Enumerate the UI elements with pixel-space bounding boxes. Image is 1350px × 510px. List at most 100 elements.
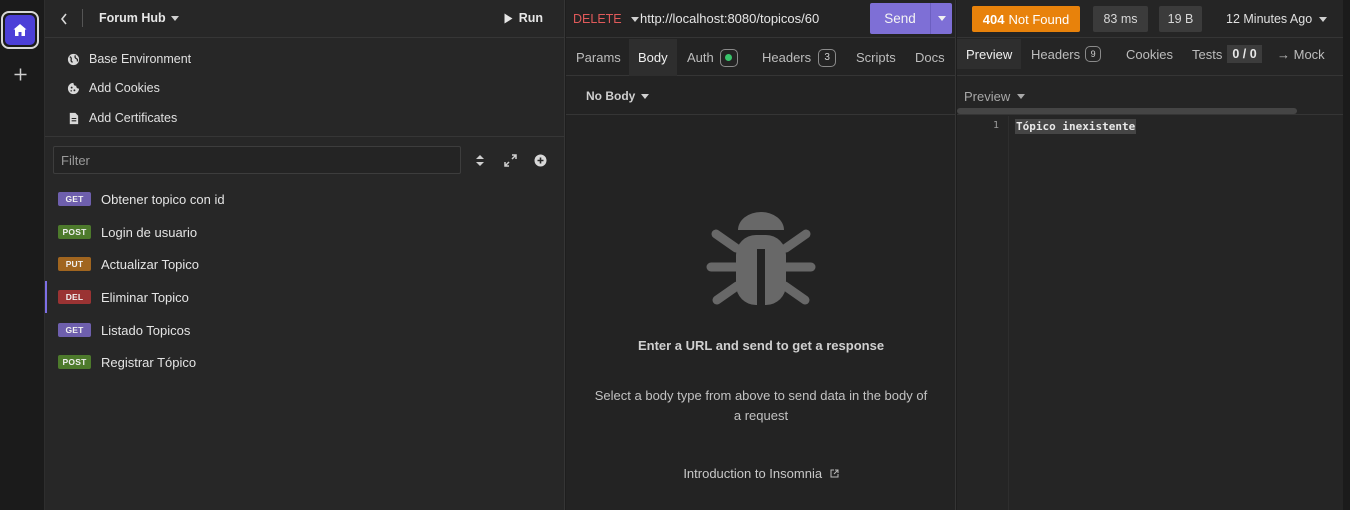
create-request-button[interactable]	[532, 152, 548, 168]
plus-icon	[14, 68, 26, 80]
response-pane: 404 Not Found 83 ms 19 B 12 Minutes Ago …	[957, 0, 1343, 510]
history-label: 12 Minutes Ago	[1226, 12, 1313, 26]
tab-tests[interactable]: Tests 0 / 0	[1192, 39, 1262, 69]
headers-count-badge: 3	[818, 48, 837, 67]
preview-mode-selector[interactable]: Preview	[964, 89, 1026, 104]
filter-input[interactable]	[53, 146, 461, 174]
request-item[interactable]: POST Login de usuario	[45, 216, 565, 248]
app-rail	[0, 0, 45, 510]
request-name: Obtener topico con id	[101, 191, 225, 207]
base-environment-label: Base Environment	[89, 52, 192, 66]
certificate-icon	[69, 112, 79, 124]
add-cookies-label: Add Cookies	[89, 81, 160, 95]
response-headers-count-badge: 9	[1085, 46, 1102, 62]
chevron-down-icon	[630, 16, 639, 22]
back-button[interactable]	[57, 9, 71, 29]
line-gutter: 1	[957, 116, 1009, 510]
header-divider	[82, 9, 83, 27]
introduction-link-label: Introduction to Insomnia	[683, 466, 823, 481]
request-tabs: Params Body Auth Headers 3 Scripts Docs	[566, 39, 956, 76]
sidebar: Forum Hub Run Base Environment Add Cooki…	[45, 0, 565, 510]
request-name: Actualizar Topico	[101, 256, 200, 272]
tab-scripts[interactable]: Scripts	[856, 39, 896, 76]
send-button[interactable]: Send	[870, 11, 930, 26]
tab-headers-label: Headers	[762, 50, 812, 65]
tests-count-badge: 0 / 0	[1227, 45, 1262, 63]
base-environment-link[interactable]: Base Environment	[67, 48, 191, 70]
add-cookies-link[interactable]: Add Cookies	[67, 77, 160, 99]
response-body-viewer[interactable]: 1 Tópico inexistente	[957, 116, 1343, 510]
chevron-down-icon	[937, 16, 946, 21]
tab-params[interactable]: Params	[576, 39, 621, 76]
send-options-button[interactable]	[930, 3, 952, 34]
method-selector[interactable]: DELETE	[573, 12, 639, 26]
introduction-link[interactable]: Introduction to Insomnia	[566, 466, 956, 481]
request-item[interactable]: PUT Actualizar Topico	[45, 248, 565, 280]
request-name: Eliminar Topico	[101, 289, 189, 305]
body-type-label: No Body	[586, 89, 636, 103]
run-label: Run	[518, 11, 543, 25]
method-badge: DEL	[58, 290, 91, 304]
home-button[interactable]	[1, 11, 39, 49]
bug-icon	[706, 212, 816, 305]
chevron-left-icon	[60, 13, 67, 25]
body-type-bar: No Body	[566, 77, 956, 115]
method-badge: GET	[58, 323, 91, 337]
send-button-group: Send	[870, 3, 952, 34]
request-item[interactable]: POST Registrar Tópico	[45, 346, 565, 378]
sort-button[interactable]	[472, 152, 488, 168]
chevron-down-icon	[170, 15, 179, 21]
tab-preview[interactable]: Preview	[957, 39, 1022, 69]
tab-mock[interactable]: → Mock	[1277, 39, 1325, 69]
method-label: DELETE	[573, 12, 622, 26]
run-button[interactable]: Run	[504, 11, 543, 25]
sidebar-header: Forum Hub Run	[45, 0, 565, 38]
auth-status-indicator	[719, 48, 738, 67]
response-body-text: Tópico inexistente	[1015, 119, 1137, 134]
tab-body[interactable]: Body	[629, 39, 677, 76]
add-certificates-label: Add Certificates	[89, 111, 178, 125]
request-item[interactable]: GET Listado Topicos	[45, 314, 565, 346]
tab-headers[interactable]: Headers 3	[762, 39, 837, 76]
add-project-button[interactable]	[9, 62, 31, 86]
empty-state-title: Enter a URL and send to get a response	[637, 338, 885, 353]
preview-mode-bar: Preview	[957, 77, 1343, 115]
method-badge: PUT	[58, 257, 91, 271]
tab-response-headers[interactable]: Headers 9	[1031, 39, 1102, 69]
tab-cookies[interactable]: Cookies	[1126, 39, 1173, 69]
chevron-down-icon	[641, 93, 650, 99]
external-link-icon	[830, 469, 839, 478]
request-name: Login de usuario	[101, 224, 198, 240]
response-tabs: Preview Headers 9 Cookies Tests 0 / 0 → …	[957, 39, 1343, 114]
request-item[interactable]: GET Obtener topico con id	[45, 183, 565, 215]
body-type-selector[interactable]: No Body	[586, 89, 650, 103]
sort-icon	[476, 154, 484, 166]
status-text: Not Found	[1008, 11, 1070, 27]
tab-docs[interactable]: Docs	[915, 39, 945, 76]
request-name: Registrar Tópico	[101, 354, 197, 370]
play-icon	[504, 13, 513, 23]
response-size: 19 B	[1159, 6, 1202, 32]
sidebar-links: Base Environment Add Cookies Add Certifi…	[45, 39, 565, 137]
project-selector[interactable]: Forum Hub	[99, 11, 179, 25]
empty-state: Enter a URL and send to get a response S…	[566, 116, 956, 510]
tab-response-headers-label: Headers	[1031, 46, 1081, 62]
url-input[interactable]: http://localhost:8080/topicos/60	[640, 11, 819, 26]
tab-auth[interactable]: Auth	[687, 39, 738, 76]
chevron-down-icon	[1319, 16, 1328, 22]
preview-mode-label: Preview	[964, 89, 1011, 104]
response-time: 83 ms	[1093, 6, 1148, 32]
filter-row	[53, 146, 557, 174]
request-item-active[interactable]: DEL Eliminar Topico	[45, 281, 565, 313]
history-selector[interactable]: 12 Minutes Ago	[1226, 12, 1328, 26]
empty-state-description: Select a body type from above to send da…	[594, 388, 928, 423]
chevron-down-icon	[1017, 94, 1026, 99]
expand-all-button[interactable]	[502, 152, 518, 168]
add-certificates-link[interactable]: Add Certificates	[67, 107, 177, 129]
project-name: Forum Hub	[99, 11, 166, 25]
method-badge: GET	[58, 192, 91, 206]
globe-icon	[67, 53, 80, 65]
window-edge	[1343, 0, 1350, 510]
status-badge: 404 Not Found	[972, 6, 1080, 32]
line-number: 1	[992, 120, 999, 131]
